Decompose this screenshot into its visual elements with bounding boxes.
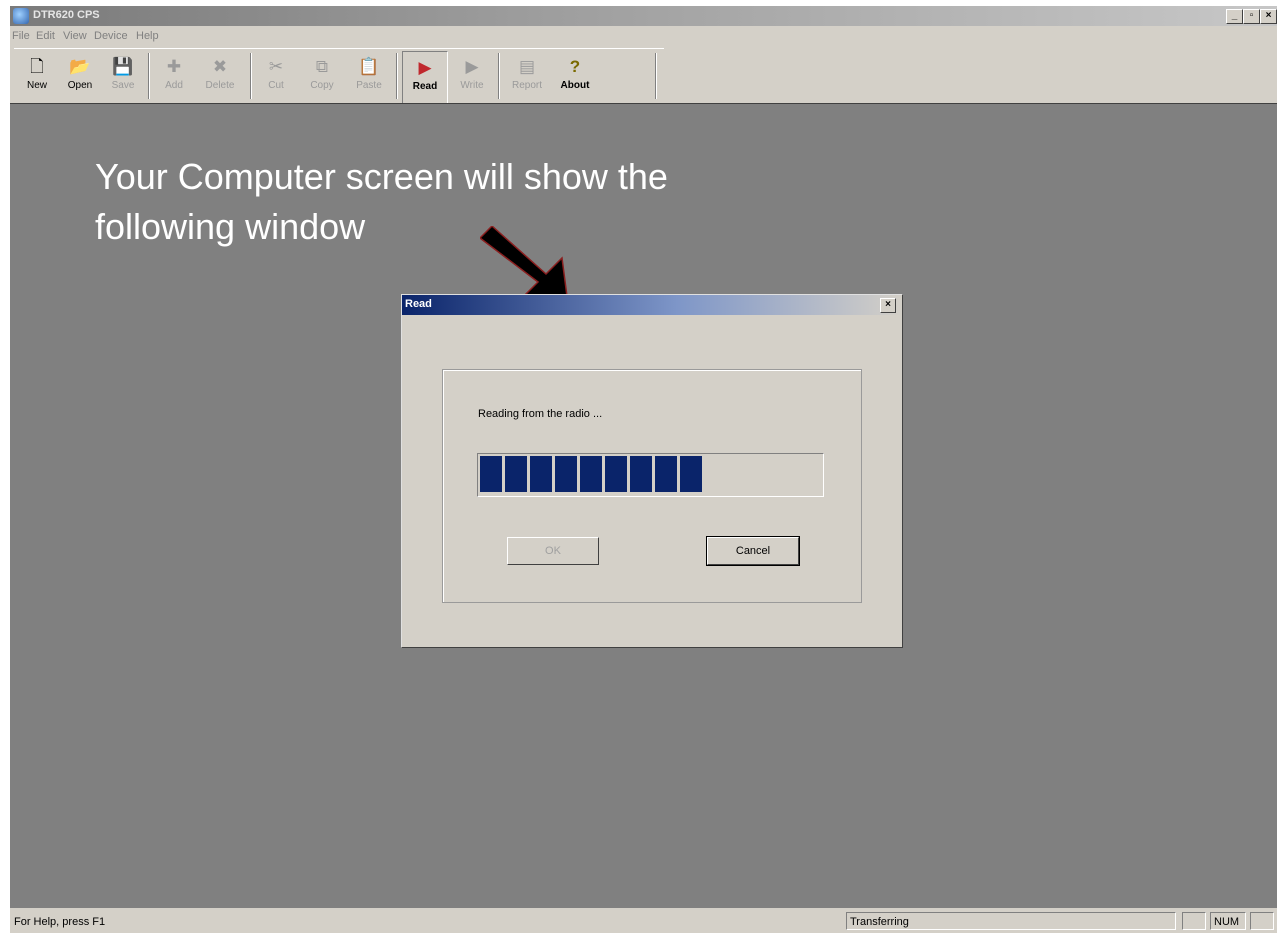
new-document-icon: 🗋: [30, 57, 44, 76]
app-icon: [13, 8, 29, 24]
toolbar-write-button[interactable]: ▶ Write: [450, 51, 494, 103]
status-caps-pane: [1182, 912, 1206, 930]
dialog-group-box: Reading from the radio ... OK Cancel: [442, 369, 862, 603]
toolbar-separator: [148, 53, 150, 99]
open-folder-icon: 📂: [69, 57, 91, 76]
toolbar-read-label: Read: [412, 81, 438, 92]
progress-chunk: [555, 456, 577, 492]
toolbar-save-button[interactable]: 💾 Save: [102, 51, 144, 103]
menu-edit[interactable]: Edit: [36, 30, 55, 42]
write-radio-icon: ▶: [465, 57, 479, 76]
status-transfer-pane: Transferring: [846, 912, 1176, 930]
progress-fill: [480, 456, 702, 492]
progress-chunk: [530, 456, 552, 492]
toolbar-open-label: Open: [67, 80, 93, 91]
toolbar: 🗋 New 📂 Open 💾 Save ✚ Add ✖ Delete ✂ Cut…: [14, 48, 664, 106]
progress-chunk: [680, 456, 702, 492]
report-icon: ▤: [518, 57, 536, 76]
add-plus-icon: ✚: [166, 57, 182, 76]
workspace: Your Computer screen will show the follo…: [10, 103, 1277, 908]
about-key-icon: ?: [569, 57, 581, 76]
menu-view[interactable]: View: [63, 30, 87, 42]
toolbar-about-label: About: [560, 80, 590, 91]
instruction-caption: Your Computer screen will show the follo…: [95, 156, 668, 247]
progress-chunk: [630, 456, 652, 492]
toolbar-separator: [655, 53, 657, 99]
menu-bar: File Edit View Device Help: [10, 27, 1277, 45]
copy-icon: ⧉: [315, 57, 329, 76]
toolbar-delete-button[interactable]: ✖ Delete: [196, 51, 244, 103]
reading-status-text: Reading from the radio ...: [478, 408, 603, 420]
cancel-button[interactable]: Cancel: [706, 536, 800, 566]
ok-button[interactable]: OK: [507, 537, 599, 565]
toolbar-copy-label: Copy: [310, 80, 334, 91]
toolbar-delete-label: Delete: [205, 80, 235, 91]
dialog-title: Read: [405, 298, 432, 310]
restore-button[interactable]: ▫: [1243, 9, 1260, 24]
toolbar-open-button[interactable]: 📂 Open: [58, 51, 102, 103]
toolbar-save-label: Save: [111, 80, 135, 91]
dialog-close-button[interactable]: ×: [880, 298, 896, 313]
status-num-pane: NUM: [1210, 912, 1246, 930]
toolbar-add-button[interactable]: ✚ Add: [154, 51, 194, 103]
toolbar-report-button[interactable]: ▤ Report: [504, 51, 550, 103]
toolbar-paste-button[interactable]: 📋 Paste: [346, 51, 392, 103]
toolbar-write-label: Write: [460, 80, 484, 91]
window-titlebar[interactable]: DTR620 CPS _ ▫ ×: [10, 6, 1277, 26]
toolbar-about-button[interactable]: ? About: [552, 51, 598, 103]
toolbar-new-button[interactable]: 🗋 New: [16, 51, 58, 103]
toolbar-read-button[interactable]: ▶ Read: [402, 51, 448, 105]
toolbar-separator: [250, 53, 252, 99]
toolbar-cut-label: Cut: [268, 80, 284, 91]
close-button[interactable]: ×: [1260, 9, 1277, 24]
menu-device[interactable]: Device: [94, 30, 128, 42]
toolbar-separator: [498, 53, 500, 99]
status-help-text: For Help, press F1: [14, 916, 106, 928]
delete-x-icon: ✖: [212, 57, 228, 76]
toolbar-paste-label: Paste: [356, 80, 382, 91]
status-scroll-pane: [1250, 912, 1274, 930]
scissors-icon: ✂: [268, 57, 284, 76]
progress-chunk: [505, 456, 527, 492]
progress-chunk: [480, 456, 502, 492]
progress-chunk: [605, 456, 627, 492]
window-title: DTR620 CPS: [33, 9, 100, 21]
toolbar-cut-button[interactable]: ✂ Cut: [256, 51, 296, 103]
toolbar-new-label: New: [26, 80, 47, 91]
status-bar: For Help, press F1 Transferring NUM: [10, 909, 1277, 933]
progress-chunk: [655, 456, 677, 492]
menu-help[interactable]: Help: [136, 30, 159, 42]
read-radio-icon: ▶: [418, 58, 432, 77]
paste-clipboard-icon: 📋: [358, 57, 380, 76]
toolbar-copy-button[interactable]: ⧉ Copy: [300, 51, 344, 103]
save-disk-icon: 💾: [112, 57, 134, 76]
toolbar-separator: [396, 53, 398, 99]
menu-file[interactable]: File: [12, 30, 30, 42]
minimize-button[interactable]: _: [1226, 9, 1243, 24]
progress-chunk: [580, 456, 602, 492]
dialog-titlebar[interactable]: Read ×: [402, 295, 902, 315]
toolbar-report-label: Report: [511, 80, 542, 91]
read-progress-bar: [477, 453, 824, 497]
read-dialog: Read × Reading from the radio ... OK Can…: [401, 294, 903, 648]
toolbar-add-label: Add: [165, 80, 183, 91]
application-window: DTR620 CPS _ ▫ × File Edit View Device H…: [10, 6, 1277, 933]
